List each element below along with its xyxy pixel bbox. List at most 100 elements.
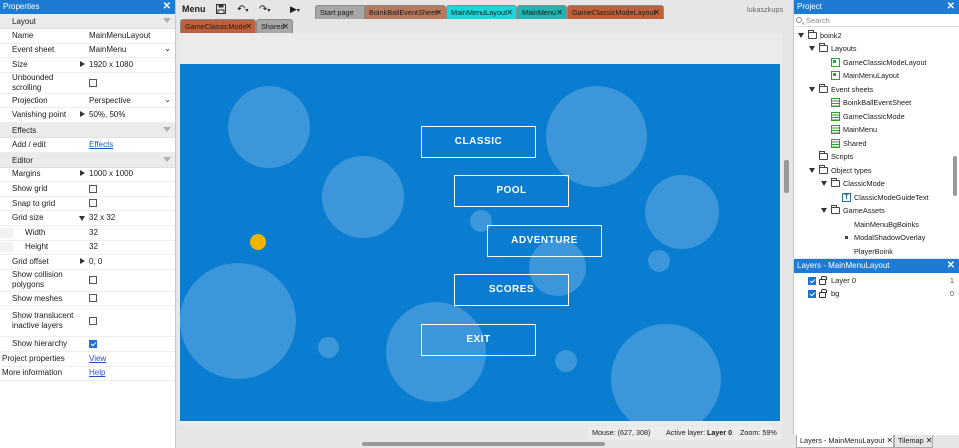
tab-gameclassicmode-layout[interactable]: GameClassicModeLayout ✕ [567,5,664,19]
search-input[interactable]: Search [794,14,959,27]
close-icon[interactable]: ✕ [947,0,955,14]
layout-view[interactable]: CLASSIC POOL ADVENTURE SCORES EXIT [179,33,791,425]
event-sheet-icon [831,112,840,121]
scroll-thumb[interactable] [362,442,605,446]
layer-row[interactable]: bg 0 [794,287,959,301]
expand-arrow-icon[interactable] [821,208,827,213]
player-ball[interactable] [250,234,266,250]
preview-dropdown-caret[interactable]: ▾ [297,8,300,14]
expand-arrow-icon[interactable] [80,60,85,67]
tab-boinkball-eventsheet[interactable]: BoinkBallEventSheet ✕ [364,5,446,19]
menu-button[interactable]: Menu [182,2,206,17]
scroll-thumb[interactable] [953,156,957,196]
show-meshes-checkbox[interactable] [89,294,97,303]
prop-width-field[interactable]: 32 [77,228,175,238]
tab-mainmenu[interactable]: MainMenu ✕ [517,5,567,19]
close-icon[interactable]: ✕ [506,6,513,19]
close-icon[interactable]: ✕ [163,0,171,14]
collapse-arrow-icon[interactable] [79,216,85,222]
show-translucent-checkbox[interactable] [89,317,97,326]
background-bubble [546,86,647,187]
expand-arrow-icon[interactable] [80,111,85,118]
close-icon[interactable]: ✕ [886,436,893,445]
close-icon[interactable]: ✕ [282,20,289,33]
adventure-button[interactable]: ADVENTURE [487,225,602,257]
expand-arrow-icon[interactable] [80,170,85,177]
prop-height-field[interactable]: 32 [77,242,175,252]
prop-margins-field[interactable]: 1000 x 1000 [77,169,175,179]
expand-arrow-icon[interactable] [80,257,85,264]
undo-button[interactable]: ↶▾ [237,2,248,17]
undo-dropdown-caret[interactable]: ▾ [245,8,248,14]
prop-label: Height [0,242,77,253]
close-icon[interactable]: ✕ [435,6,442,19]
prop-name-field[interactable]: MainMenuLayout [77,31,175,41]
scroll-thumb[interactable] [784,160,789,193]
classic-button[interactable]: CLASSIC [421,126,536,158]
redo-dropdown-caret[interactable]: ▾ [267,8,270,14]
tab-label: MainMenu [522,8,557,17]
layout-canvas[interactable]: CLASSIC POOL ADVENTURE SCORES EXIT [180,64,780,421]
exit-button[interactable]: EXIT [421,324,536,356]
project-scrollbar[interactable] [953,28,958,256]
unbounded-scrolling-checkbox[interactable] [89,78,97,87]
lock-icon[interactable] [819,289,827,298]
close-icon[interactable]: ✕ [947,259,955,273]
prop-gridoffset-field[interactable]: 0, 0 [77,257,175,267]
tab-label: MainMenuLayout [451,8,507,17]
collapse-chevron-icon[interactable] [163,156,171,162]
layer-visible-checkbox[interactable] [808,277,816,285]
horizontal-scrollbar[interactable] [179,440,791,448]
prop-eventsheet-select[interactable]: MainMenu ⌄ [77,44,175,55]
folder-icon [819,84,828,93]
pool-button[interactable]: POOL [454,175,569,207]
expand-arrow-icon[interactable] [809,46,815,51]
close-icon[interactable]: ✕ [556,6,563,19]
preview-button[interactable]: ▶▾ [290,2,300,17]
expand-arrow-icon[interactable] [809,168,815,173]
close-icon[interactable]: ✕ [245,20,252,33]
show-grid-checkbox[interactable] [89,184,97,193]
tab-layers[interactable]: Layers - MainMenuLayout ✕ [796,435,895,448]
background-bubble [228,86,310,168]
prop-label: Unbounded scrolling [12,72,54,92]
tab-mainmenu-layout[interactable]: MainMenuLayout ✕ [446,5,517,19]
show-collision-checkbox[interactable] [89,276,97,285]
tree-label: MainMenu [843,125,878,134]
prop-row-showgrid: Show grid [0,182,175,197]
text-object-icon: T [842,193,851,202]
prop-gridsize-field[interactable]: 32 x 32 [77,213,175,223]
effects-link[interactable]: Effects [89,140,113,149]
redo-button[interactable]: ↷▾ [259,2,270,17]
prop-row-moreinfo: More information Help [0,367,175,382]
expand-arrow-icon[interactable] [798,33,804,38]
expand-arrow-icon[interactable] [809,87,815,92]
view-link[interactable]: View [89,354,106,363]
prop-value: 1920 x 1080 [89,59,134,69]
username[interactable]: lukaszkups [747,2,783,17]
vertical-scrollbar[interactable] [782,33,791,440]
tab-gameclassicmode[interactable]: GameClassicMode ✕ [180,19,256,33]
show-hierarchy-checkbox[interactable] [89,340,97,348]
tab-shared[interactable]: Shared ✕ [256,19,293,33]
collapse-chevron-icon[interactable] [163,126,171,132]
layer-visible-checkbox[interactable] [808,290,816,298]
lock-icon[interactable] [819,276,827,285]
help-link[interactable]: Help [89,368,105,377]
save-button[interactable] [216,2,226,17]
tab-tilemap[interactable]: Tilemap ✕ [894,435,934,448]
snap-to-grid-checkbox[interactable] [89,199,97,208]
layer-row[interactable]: Layer 0 1 [794,274,959,288]
section-editor[interactable]: Editor [0,152,175,168]
expand-arrow-icon[interactable] [821,181,827,186]
prop-projection-select[interactable]: Perspective ⌄ [77,94,175,106]
chevron-down-icon: ⌄ [164,94,171,104]
collapse-chevron-icon[interactable] [163,18,171,23]
close-icon[interactable]: ✕ [653,6,660,19]
section-effects[interactable]: Effects [0,122,175,138]
close-icon[interactable]: ✕ [926,436,933,445]
prop-size-field[interactable]: 1920 x 1080 [77,60,175,70]
section-layout[interactable]: Layout [0,14,175,29]
prop-vanishing-field[interactable]: 50%, 50% [77,110,175,120]
scores-button[interactable]: SCORES [454,274,569,306]
